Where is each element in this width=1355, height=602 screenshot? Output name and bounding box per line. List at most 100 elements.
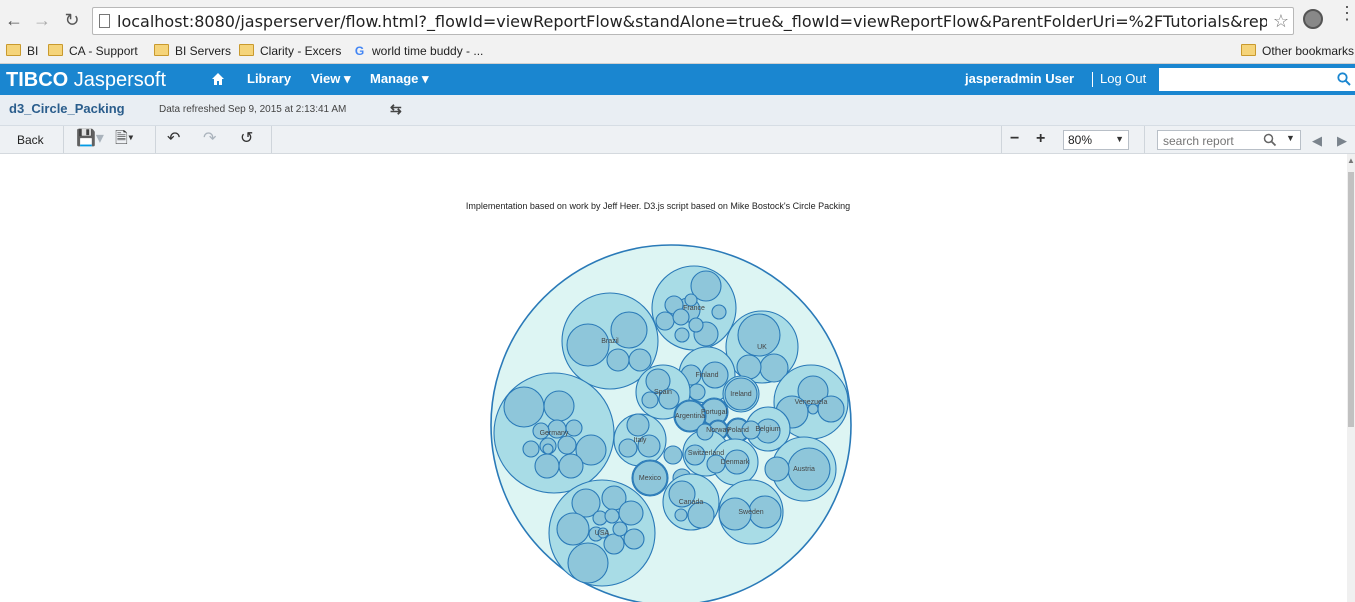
toolbar-divider: [155, 126, 156, 153]
redo-icon[interactable]: ↷: [203, 130, 216, 148]
header-divider: [1092, 72, 1093, 87]
refresh-data-icon[interactable]: ⇆: [390, 101, 402, 118]
bookmark-other[interactable]: Other bookmarks: [1241, 42, 1354, 60]
undo-all-icon[interactable]: ↺: [240, 130, 253, 148]
leaf-circle[interactable]: [618, 500, 644, 526]
logo-brand: TIBCO: [6, 69, 69, 91]
page-icon: [99, 14, 110, 28]
toolbar-divider: [63, 126, 64, 153]
leaf-circle[interactable]: [663, 445, 683, 465]
bookmark-bi-servers[interactable]: BI Servers: [154, 42, 231, 60]
next-result-icon[interactable]: ▶: [1337, 132, 1347, 150]
toolbar-divider: [1001, 126, 1002, 153]
leaf-circle[interactable]: [674, 327, 690, 343]
browser-menu-icon[interactable]: ⋮: [1338, 4, 1355, 22]
bookmarks-bar: BI CA - Support BI Servers Clarity - Exc…: [0, 40, 1355, 64]
leaf-circle[interactable]: [557, 435, 577, 455]
vertical-scrollbar[interactable]: ▲: [1347, 154, 1355, 602]
country-label: Venezuela: [795, 399, 828, 406]
toolbar-divider: [1144, 126, 1145, 153]
country-label: Sweden: [738, 509, 763, 516]
country-label: USA: [595, 530, 610, 537]
bookmark-world-time-buddy[interactable]: Gworld time buddy - ...: [353, 42, 484, 60]
undo-icon[interactable]: ↶: [167, 130, 180, 148]
folder-icon: [154, 44, 169, 56]
zoom-in-icon[interactable]: +: [1036, 130, 1045, 148]
bookmark-label: BI: [27, 44, 39, 58]
scroll-up-arrow-icon[interactable]: ▲: [1347, 156, 1355, 165]
report-title: d3_Circle_Packing: [9, 101, 125, 116]
report-toolbar: Back 💾▾ 🗎▾ ↶ ↷ ↺ − + 80% ▼ ▼ ◀ ▶: [0, 126, 1355, 154]
report-title-bar: d3_Circle_Packing Data refreshed Sep 9, …: [0, 95, 1355, 126]
scrollbar-thumb[interactable]: [1348, 172, 1354, 427]
leaf-circle[interactable]: [606, 348, 630, 372]
extension-icon[interactable]: [1303, 9, 1323, 29]
leaf-circle[interactable]: [626, 413, 650, 437]
leaf-circle[interactable]: [556, 512, 590, 546]
leaf-circle[interactable]: [534, 453, 560, 479]
leaf-circle[interactable]: [764, 456, 790, 482]
back-button[interactable]: Back: [17, 133, 44, 147]
back-arrow-icon[interactable]: ←: [4, 10, 24, 30]
search-icon[interactable]: [1263, 133, 1277, 147]
leaf-circle[interactable]: [542, 443, 554, 455]
country-label: Spain: [654, 389, 672, 396]
report-canvas: Implementation based on work by Jeff Hee…: [0, 154, 1347, 602]
leaf-circle[interactable]: [688, 317, 704, 333]
zoom-out-icon[interactable]: −: [1010, 130, 1019, 148]
bookmark-star-icon[interactable]: ☆: [1273, 11, 1289, 32]
report-search-input[interactable]: [1161, 132, 1265, 150]
country-label: Denmark: [721, 459, 750, 466]
country-label: France: [683, 305, 705, 312]
leaf-circle[interactable]: [736, 354, 762, 380]
save-icon[interactable]: 💾▾: [76, 130, 104, 148]
logout-link[interactable]: Log Out: [1100, 71, 1146, 86]
leaf-circle[interactable]: [603, 533, 625, 555]
bookmark-clarity[interactable]: Clarity - Excers: [239, 42, 341, 60]
leaf-circle[interactable]: [628, 348, 652, 372]
country-label: Belgium: [755, 426, 780, 433]
folder-icon: [1241, 44, 1256, 56]
leaf-circle[interactable]: [558, 453, 584, 479]
zoom-value: 80%: [1068, 133, 1093, 147]
leaf-circle[interactable]: [543, 390, 575, 422]
nav-library[interactable]: Library: [247, 71, 291, 86]
reload-icon[interactable]: ↻: [62, 10, 82, 30]
bookmark-label: BI Servers: [175, 44, 232, 58]
current-user[interactable]: jasperadmin User: [965, 71, 1074, 86]
country-label: Italy: [634, 437, 647, 444]
address-bar[interactable]: localhost:8080/jasperserver/flow.html?_f…: [92, 7, 1294, 35]
app-header: TIBCO Jaspersoft Library View ▾ Manage ▾…: [0, 64, 1355, 95]
leaf-circle[interactable]: [623, 528, 645, 550]
leaf-circle[interactable]: [503, 386, 545, 428]
zoom-select[interactable]: 80% ▼: [1063, 130, 1129, 150]
leaf-circle[interactable]: [688, 383, 706, 401]
toolbar-divider: [271, 126, 272, 153]
global-search-input[interactable]: [1159, 68, 1355, 91]
bookmark-label: Clarity - Excers: [260, 44, 342, 58]
tibco-jaspersoft-logo[interactable]: TIBCO Jaspersoft: [6, 69, 166, 92]
chevron-down-icon: ▼: [1115, 134, 1124, 144]
leaf-circle[interactable]: [711, 304, 727, 320]
report-search[interactable]: ▼: [1157, 130, 1301, 150]
previous-result-icon[interactable]: ◀: [1312, 132, 1322, 150]
country-label: UK: [757, 344, 767, 351]
leaf-circle[interactable]: [655, 311, 675, 331]
leaf-circle[interactable]: [674, 508, 688, 522]
nav-manage-menu[interactable]: Manage ▾: [370, 71, 429, 87]
forward-arrow-icon[interactable]: →: [32, 10, 52, 30]
country-label: Finland: [696, 372, 719, 379]
leaf-circle[interactable]: [522, 440, 540, 458]
leaf-circle[interactable]: [604, 508, 620, 524]
export-icon[interactable]: 🗎▾: [115, 130, 134, 148]
bookmark-ca-support[interactable]: CA - Support: [48, 42, 138, 60]
leaf-circle[interactable]: [612, 521, 628, 537]
nav-view-menu[interactable]: View ▾: [311, 71, 351, 87]
bookmark-bi[interactable]: BI: [6, 42, 38, 60]
chevron-down-icon[interactable]: ▼: [1286, 133, 1295, 143]
leaf-circle[interactable]: [567, 542, 609, 584]
leaf-circle[interactable]: [566, 323, 610, 367]
url-text[interactable]: localhost:8080/jasperserver/flow.html?_f…: [117, 12, 1267, 31]
search-icon[interactable]: [1337, 72, 1351, 86]
home-icon[interactable]: [211, 72, 225, 86]
